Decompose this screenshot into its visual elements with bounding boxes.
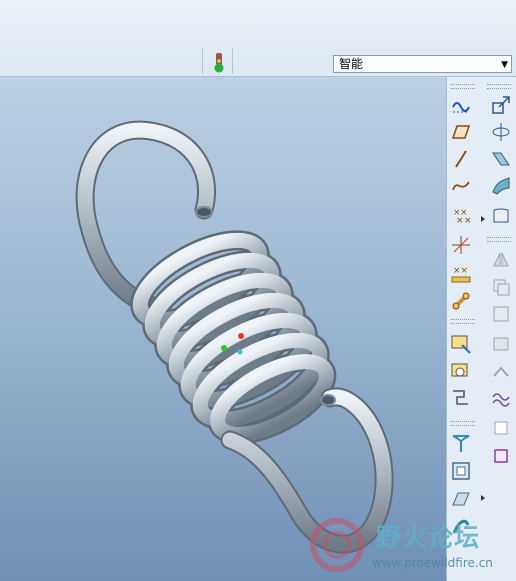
watermark-title: 野火论坛 bbox=[376, 523, 481, 552]
datum-axis-icon[interactable] bbox=[450, 148, 472, 170]
reference-icon[interactable] bbox=[450, 290, 472, 312]
hole-icon[interactable] bbox=[450, 432, 472, 454]
toolbar-separator bbox=[202, 48, 203, 74]
spring-model bbox=[75, 120, 394, 554]
group-divider bbox=[487, 237, 511, 242]
shell-icon[interactable] bbox=[450, 460, 472, 482]
traffic-light-icon[interactable] bbox=[208, 52, 230, 74]
csys-y-marker bbox=[221, 345, 227, 351]
extend-icon bbox=[490, 417, 512, 439]
draft-icon[interactable] bbox=[450, 488, 472, 510]
svg-text:×: × bbox=[456, 216, 464, 226]
boundary-icon[interactable] bbox=[490, 205, 512, 227]
thicken-icon bbox=[490, 361, 512, 383]
top-toolbar: 智能 ▼ bbox=[0, 0, 516, 77]
csys-z-marker bbox=[237, 349, 243, 355]
flatten-icon[interactable] bbox=[450, 387, 472, 409]
solidify-icon[interactable] bbox=[490, 388, 512, 410]
mirror-icon bbox=[490, 249, 512, 271]
merge-icon bbox=[490, 276, 512, 298]
trim-icon bbox=[490, 303, 512, 325]
watermark-url: www.proewildfire.cn bbox=[372, 556, 493, 570]
project-icon[interactable] bbox=[490, 445, 512, 467]
coordinate-system-icon[interactable] bbox=[450, 234, 472, 256]
group-divider bbox=[451, 84, 475, 89]
blend-icon[interactable] bbox=[490, 175, 512, 197]
svg-text:×: × bbox=[464, 216, 472, 226]
group-divider bbox=[451, 421, 475, 426]
datum-plane-icon[interactable] bbox=[450, 121, 472, 143]
flyout-arrow-icon[interactable] bbox=[479, 208, 487, 230]
analysis-icon[interactable]: ×× bbox=[450, 263, 472, 285]
group-divider bbox=[487, 84, 511, 89]
group-divider bbox=[451, 319, 475, 324]
sketch-icon[interactable] bbox=[450, 333, 472, 355]
style-icon[interactable] bbox=[450, 361, 472, 383]
selection-filter-dropdown[interactable]: 智能 ▼ bbox=[333, 55, 512, 73]
toolbar-separator bbox=[232, 48, 233, 74]
datum-curve-icon[interactable] bbox=[450, 175, 472, 197]
copy-icon[interactable] bbox=[490, 94, 512, 116]
csys-x-marker bbox=[238, 333, 244, 339]
feature-toolbar: × × × × ×× bbox=[446, 77, 516, 581]
watermark-logo-icon bbox=[310, 518, 364, 572]
datum-point-icon[interactable]: × × × × bbox=[450, 205, 472, 227]
chevron-down-icon[interactable]: ▼ bbox=[501, 57, 508, 73]
flyout-arrow-icon[interactable] bbox=[479, 487, 487, 509]
datum-display-icon[interactable] bbox=[450, 94, 472, 116]
model-viewport[interactable] bbox=[0, 77, 446, 581]
revolve-icon[interactable] bbox=[490, 121, 512, 143]
filter-value: 智能 bbox=[339, 57, 364, 71]
sweep-icon[interactable] bbox=[490, 148, 512, 170]
offset-icon bbox=[490, 333, 512, 355]
svg-text:××: ×× bbox=[453, 266, 468, 276]
